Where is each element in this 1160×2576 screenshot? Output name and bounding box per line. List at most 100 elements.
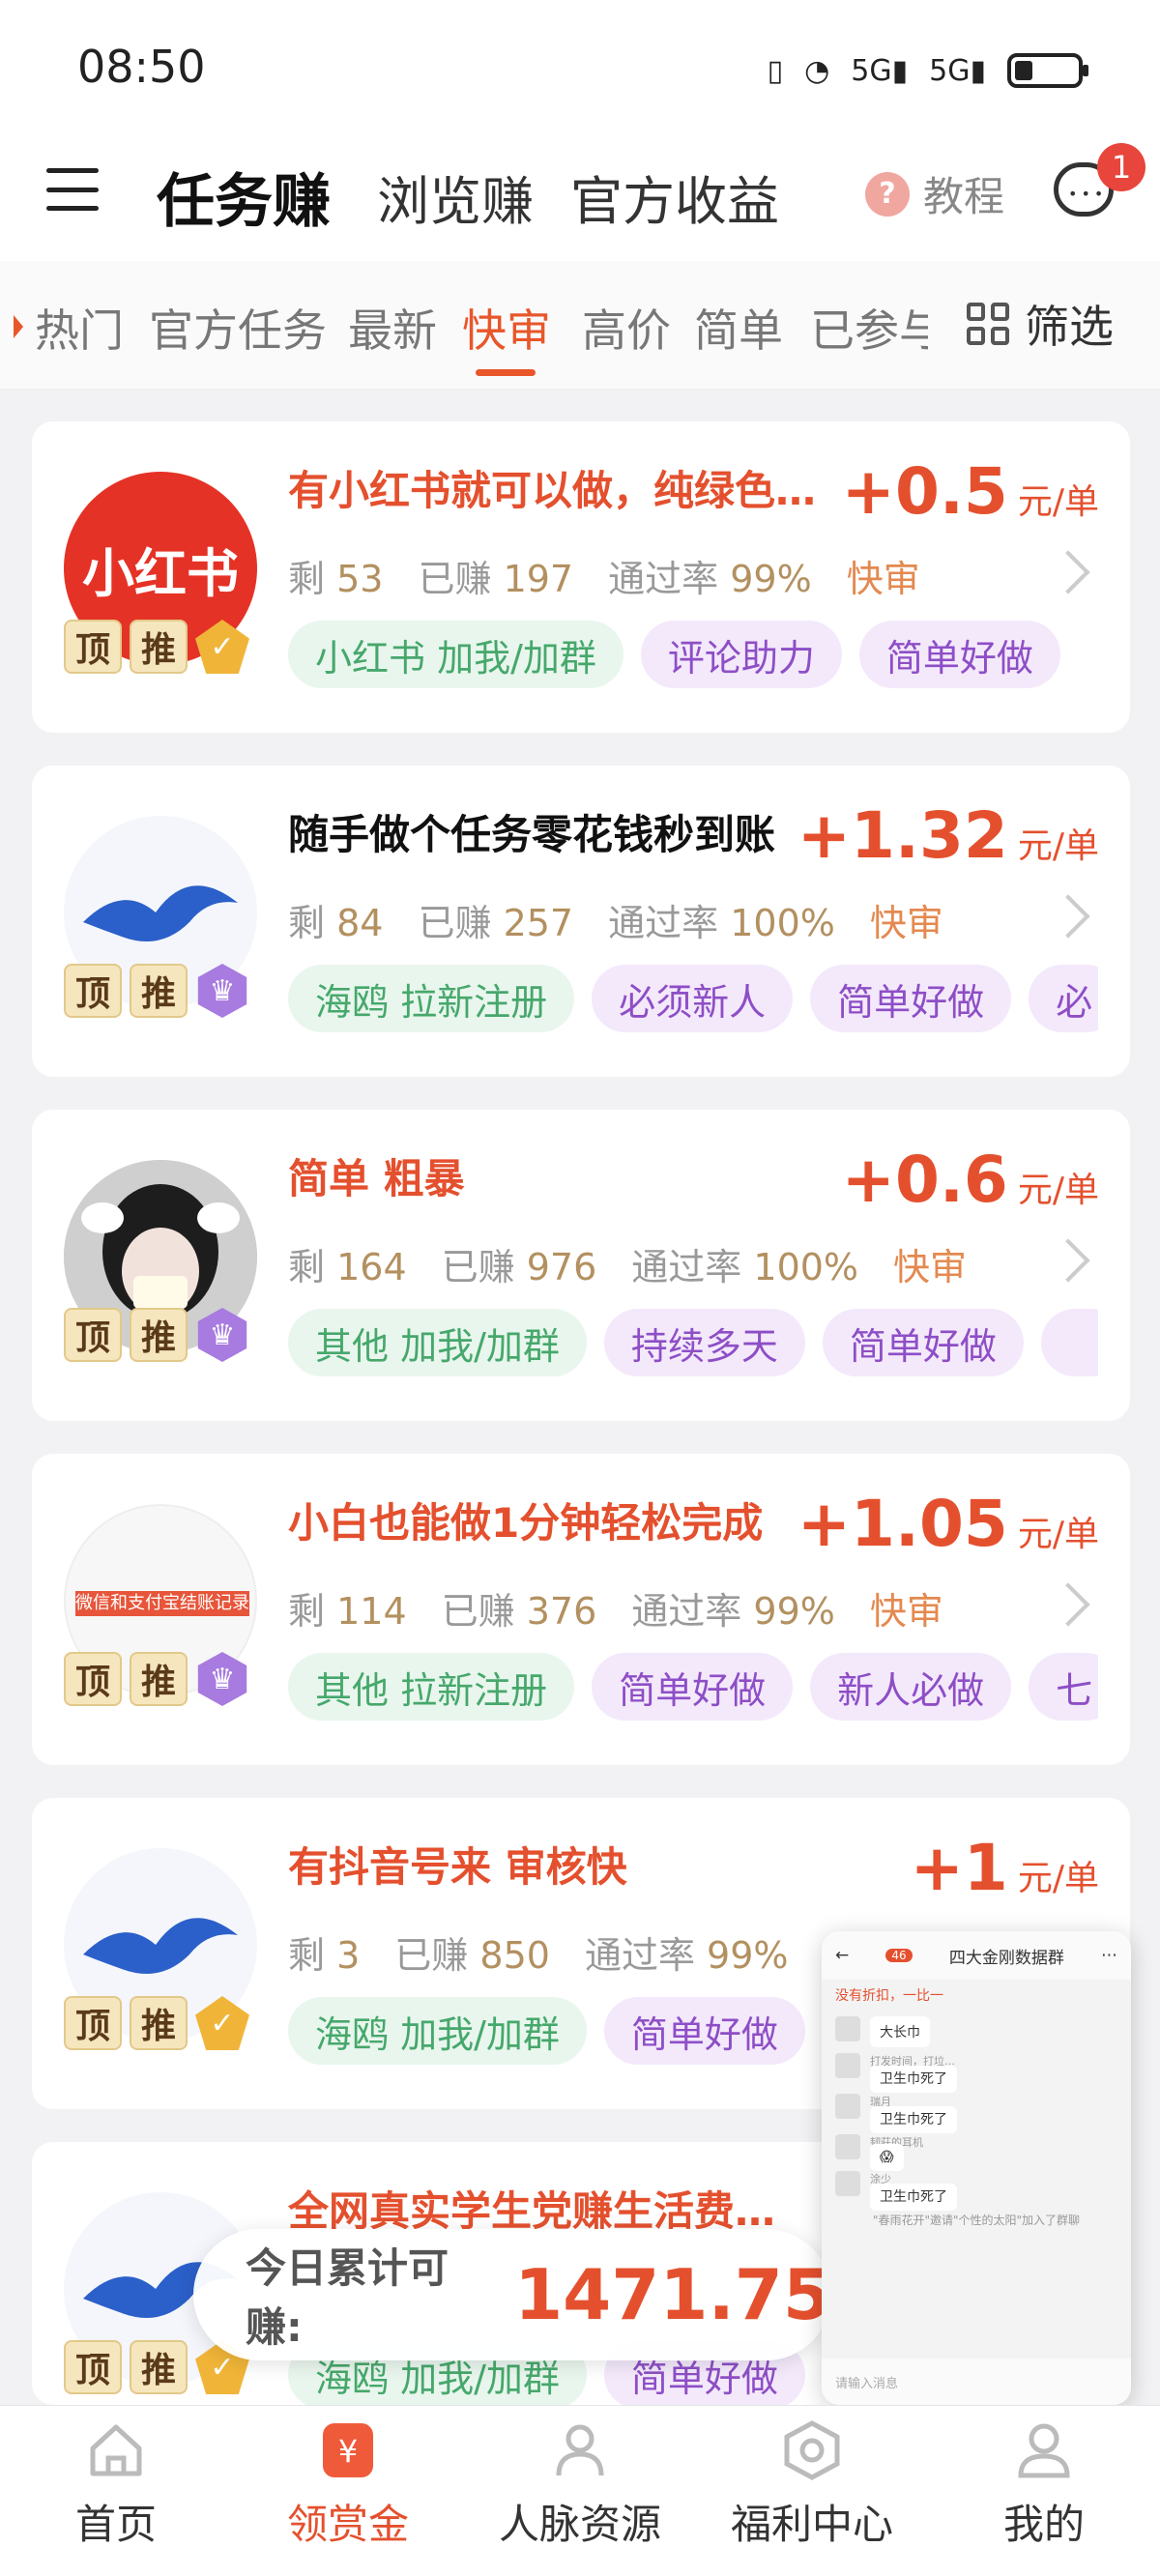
recommend-tag: 推 bbox=[130, 1652, 188, 1706]
top-tag: 顶 bbox=[64, 1308, 122, 1362]
gold-verified-icon: ✓ bbox=[195, 1996, 249, 2050]
tab-task-earn[interactable]: 任务赚 bbox=[157, 155, 331, 239]
rank-tags: 顶 推 ♛ bbox=[64, 1652, 249, 1706]
pill: 必须新人 bbox=[592, 965, 794, 1032]
filter-tab-hot[interactable]: 热门 bbox=[35, 296, 124, 360]
filter-tab-fast-review[interactable]: 快审 bbox=[462, 296, 551, 360]
chevron-right-icon bbox=[1046, 1582, 1090, 1627]
hexagon-icon bbox=[778, 2417, 846, 2484]
wifi-icon: ◔ bbox=[804, 53, 830, 88]
recommend-tag: 推 bbox=[130, 1308, 188, 1362]
tab-official-income[interactable]: 官方收益 bbox=[570, 159, 779, 235]
tutorial-link[interactable]: ? 教程 bbox=[865, 164, 1004, 223]
message-badge: 1 bbox=[1097, 143, 1146, 191]
system-message: "春雨花开"邀请"个性的太阳"加入了群聊 bbox=[872, 2214, 1081, 2227]
tutorial-label: 教程 bbox=[923, 173, 1005, 220]
top-tag: 顶 bbox=[64, 620, 122, 674]
battery-icon bbox=[1007, 53, 1088, 88]
pill: 简单好做 bbox=[858, 621, 1060, 688]
chat-message: 瑞月 卫生巾死了 bbox=[835, 2094, 1117, 2133]
task-card[interactable]: 顶 推 ♛ 随手做个任务零花钱秒到账 +1.32 元/单 剩 84 已赚 257 … bbox=[32, 766, 1130, 1077]
nav-me[interactable]: 我的 bbox=[947, 2417, 1141, 2551]
reward-icon: ¥ bbox=[314, 2417, 382, 2484]
task-stats: 剩 53 已赚 197 通过率 99% 快审 bbox=[288, 558, 920, 600]
task-stats: 剩 164 已赚 976 通过率 100% 快审 bbox=[288, 1246, 968, 1288]
task-card[interactable]: 小红书 顶 推 ✓ 有小红书就可以做，纯绿色… +0.5 元/单 剩 53 已赚 … bbox=[32, 421, 1130, 733]
task-title: 有抖音号来 审核快 bbox=[288, 1843, 627, 1891]
pill: 其他 拉新注册 bbox=[288, 1653, 575, 1721]
more-icon[interactable]: ⋯ bbox=[1101, 1946, 1117, 1965]
group-notice: 没有折扣，一比一 bbox=[835, 1988, 943, 2004]
pill: 小红书 加我/加群 bbox=[288, 621, 624, 688]
status-icons: ▯ ◔ 5G▮ 5G▮ bbox=[767, 46, 1088, 95]
profile-icon bbox=[1010, 2417, 1078, 2484]
task-price: +1.05 元/单 bbox=[797, 1487, 1099, 1561]
question-icon: ? bbox=[865, 171, 910, 217]
pill: 七 bbox=[1029, 1653, 1098, 1721]
pill: 必 bbox=[1029, 965, 1098, 1032]
signal-icon-2: 5G▮ bbox=[929, 53, 986, 88]
chat-message: 韧莊的耳机 😱 bbox=[835, 2134, 1117, 2171]
today-earnings-label: 今日累计可赚: bbox=[246, 2244, 450, 2351]
chat-overlay-window[interactable]: ← 46 四大金刚数据群 ⋯ 没有折扣，一比一 大长巾 打发时间，打垃… 卫生巾死… bbox=[822, 1931, 1131, 2405]
grid-icon bbox=[967, 303, 1009, 345]
menu-icon[interactable] bbox=[46, 168, 99, 211]
task-card[interactable]: 微信和支付宝结账记录 顶 推 ♛ 小白也能做1分钟轻松完成 +1.05 元/单 剩… bbox=[32, 1454, 1130, 1765]
pill: 其他 加我/加群 bbox=[288, 1309, 587, 1376]
pill: 持续多天 bbox=[603, 1309, 805, 1376]
nav-me-label: 我的 bbox=[1002, 2501, 1085, 2548]
overlay-message-input[interactable]: 请输入消息 bbox=[822, 2359, 1131, 2405]
today-earnings-value: 1471.75 bbox=[514, 2254, 831, 2335]
nav-reward-label: 领赏金 bbox=[286, 2501, 409, 2548]
task-pills: 海鸥 拉新注册 必须新人 简单好做 必 bbox=[288, 965, 1098, 1032]
chat-message: 大长巾 bbox=[835, 2016, 1117, 2047]
top-tag: 顶 bbox=[64, 1652, 122, 1706]
filter-tab-simple[interactable]: 简单 bbox=[694, 296, 783, 360]
filter-tab-high-price[interactable]: 高价 bbox=[582, 296, 671, 360]
back-icon[interactable]: ← bbox=[835, 1946, 849, 1965]
today-earnings-bar[interactable]: 今日累计可赚: 1471.75 bbox=[193, 2229, 831, 2360]
filter-tab-latest[interactable]: 最新 bbox=[348, 296, 437, 360]
nav-home[interactable]: 首页 bbox=[19, 2417, 213, 2551]
task-price: +0.5 元/单 bbox=[841, 454, 1099, 529]
nav-welfare-label: 福利中心 bbox=[730, 2501, 893, 2548]
task-pills: 其他 加我/加群 持续多天 简单好做 bbox=[288, 1309, 1098, 1376]
recommend-tag: 推 bbox=[130, 620, 188, 674]
rank-tags: 顶 推 ✓ bbox=[64, 1996, 249, 2050]
active-tab-underline bbox=[476, 369, 536, 376]
overlay-header: ← 46 四大金刚数据群 ⋯ bbox=[822, 1931, 1131, 1980]
nav-reward[interactable]: ¥ 领赏金 bbox=[251, 2417, 445, 2551]
filter-button[interactable]: 筛选 bbox=[967, 292, 1114, 356]
people-icon bbox=[546, 2417, 614, 2484]
unread-count: 46 bbox=[885, 1949, 913, 1962]
tab-browse-earn[interactable]: 浏览赚 bbox=[377, 159, 534, 235]
nav-home-label: 首页 bbox=[74, 2501, 157, 2548]
top-tag: 顶 bbox=[64, 964, 122, 1018]
pill: 评论助力 bbox=[640, 621, 842, 688]
filter-tab-official[interactable]: 官方任务 bbox=[149, 296, 327, 360]
recommend-tag: 推 bbox=[130, 964, 188, 1018]
nav-welfare[interactable]: 福利中心 bbox=[715, 2417, 909, 2551]
chevron-right-icon bbox=[1046, 550, 1090, 594]
chat-message: 涂少 卫生巾死了 bbox=[835, 2171, 1117, 2211]
recommend-tag: 推 bbox=[130, 1996, 188, 2050]
rank-tags: 顶 推 ♛ bbox=[64, 964, 249, 1018]
overlay-title: 四大金刚数据群 bbox=[948, 1948, 1064, 1968]
pill: 简单好做 bbox=[592, 1653, 794, 1721]
recommend-tag: 推 bbox=[130, 2340, 188, 2394]
rank-tags: 顶 推 ♛ bbox=[64, 1308, 249, 1362]
task-stats: 剩 84 已赚 257 通过率 100% 快审 bbox=[288, 902, 943, 944]
chat-message: 打发时间，打垃… 卫生巾死了 bbox=[835, 2053, 1117, 2093]
pill bbox=[1040, 1309, 1098, 1376]
task-title: 小白也能做1分钟轻松完成 bbox=[288, 1499, 764, 1547]
crown-icon: ♛ bbox=[197, 1652, 247, 1706]
task-card[interactable]: 顶 推 ♛ 简单 粗暴 +0.6 元/单 剩 164 已赚 976 通过率 100… bbox=[32, 1110, 1130, 1421]
vibrate-icon: ▯ bbox=[767, 53, 784, 88]
filter-tab-joined[interactable]: 已参与 bbox=[810, 296, 928, 360]
task-stats: 剩 114 已赚 376 通过率 99% 快审 bbox=[288, 1590, 943, 1633]
pill: 海鸥 加我/加群 bbox=[288, 1997, 587, 2065]
nav-people[interactable]: 人脉资源 bbox=[483, 2417, 677, 2551]
pill: 海鸥 拉新注册 bbox=[288, 965, 575, 1032]
chevron-right-icon bbox=[1046, 1238, 1090, 1283]
task-price: +1 元/单 bbox=[910, 1831, 1099, 1905]
